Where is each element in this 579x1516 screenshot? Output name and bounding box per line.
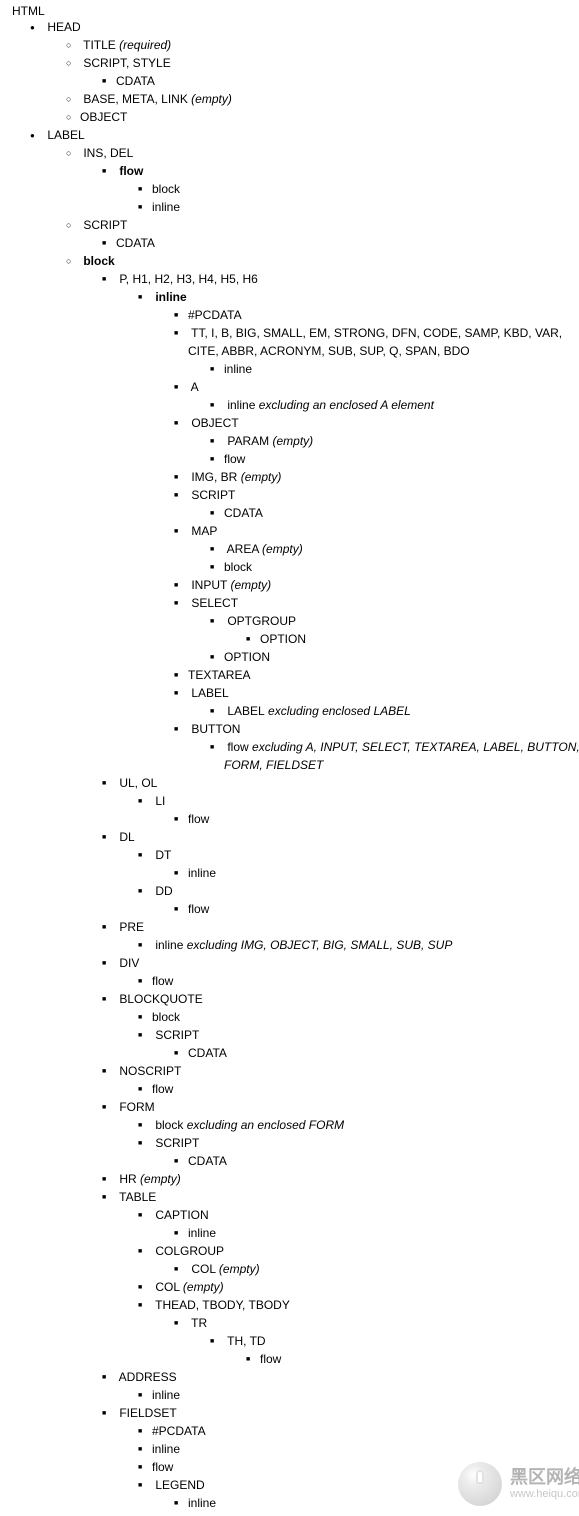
form-block-leaf: block excluding an enclosed FORM	[152, 1116, 579, 1134]
object-node: OBJECT PARAM (empty) flow	[188, 414, 579, 468]
script-leaf: SCRIPT CDATA	[152, 1134, 579, 1170]
textarea-leaf: TEXTAREA	[188, 666, 579, 684]
block-leaf: block	[224, 558, 579, 576]
option-leaf: OPTION	[224, 648, 579, 666]
watermark: 黑区网络 www.heiqu.com	[458, 1462, 579, 1506]
script-node: SCRIPT CDATA	[80, 216, 579, 252]
inline-leaf: inline	[152, 198, 579, 216]
colgroup-node: COLGROUP COL (empty)	[152, 1242, 579, 1278]
inline-leaf: inline	[224, 360, 579, 378]
pcdata-leaf: #PCDATA	[188, 306, 579, 324]
img-br-leaf: IMG, BR (empty)	[188, 468, 579, 486]
dl-node: DL DT inline DD flow	[116, 828, 579, 918]
col-leaf: COL (empty)	[188, 1260, 579, 1278]
inline-leaf: inline	[152, 1440, 579, 1458]
pre-content-leaf: inline excluding IMG, OBJECT, BIG, SMALL…	[152, 936, 579, 954]
a-node: A inline excluding an enclosed A element	[188, 378, 579, 414]
p-h-node: P, H1, H2, H3, H4, H5, H6 inline #PCDATA…	[116, 270, 579, 774]
button-node: BUTTON flow excluding A, INPUT, SELECT, …	[188, 720, 579, 774]
col-leaf: COL (empty)	[152, 1278, 579, 1296]
inline-node: inline #PCDATA TT, I, B, BIG, SMALL, EM,…	[152, 288, 579, 774]
li-node: LI flow	[152, 792, 579, 828]
inline-leaf: inline	[188, 864, 579, 882]
tr-node: TR TH, TD flow	[188, 1314, 579, 1368]
area-leaf: AREA (empty)	[224, 540, 579, 558]
cdata-leaf: CDATA	[188, 1152, 579, 1170]
flow-leaf: flow	[152, 972, 579, 990]
text-elems-leaf: TT, I, B, BIG, SMALL, EM, STRONG, DFN, C…	[188, 324, 579, 378]
object-node: OBJECT	[80, 108, 579, 126]
title-node: TITLE (required)	[80, 36, 579, 54]
flow-leaf: flow	[188, 900, 579, 918]
cdata-leaf: CDATA	[224, 504, 579, 522]
script-inline-node: SCRIPT CDATA	[188, 486, 579, 522]
block-leaf: block	[152, 1008, 579, 1026]
block-node: block P, H1, H2, H3, H4, H5, H6 inline #…	[80, 252, 579, 1512]
flow-leaf: flow	[260, 1350, 579, 1368]
ul-ol-node: UL, OL LI flow	[116, 774, 579, 828]
flow-leaf: flow	[188, 810, 579, 828]
pcdata-leaf: #PCDATA	[152, 1422, 579, 1440]
block-leaf: block	[152, 180, 579, 198]
label-node: LABEL LABEL excluding enclosed LABEL	[188, 684, 579, 720]
cdata-leaf: CDATA	[116, 234, 579, 252]
script-leaf: SCRIPT CDATA	[152, 1026, 579, 1062]
map-node: MAP AREA (empty) block	[188, 522, 579, 576]
ins-del-node: INS, DEL flow block inline	[80, 144, 579, 216]
hr-leaf: HR (empty)	[116, 1170, 579, 1188]
dt-node: DT inline	[152, 846, 579, 882]
noscript-node: NOSCRIPT flow	[116, 1062, 579, 1098]
flow-leaf: flow	[152, 1080, 579, 1098]
script-style-node: SCRIPT, STYLE CDATA	[80, 54, 579, 90]
param-leaf: PARAM (empty)	[224, 432, 579, 450]
caption-node: CAPTION inline	[152, 1206, 579, 1242]
a-content-leaf: inline excluding an enclosed A element	[224, 396, 579, 414]
optgroup-node: OPTGROUP OPTION	[224, 612, 579, 648]
root-label: HTML	[8, 4, 579, 18]
address-node: ADDRESS inline	[116, 1368, 579, 1404]
inline-leaf: inline	[188, 1224, 579, 1242]
base-meta-link-node: BASE, META, LINK (empty)	[80, 90, 579, 108]
inline-leaf: inline	[152, 1386, 579, 1404]
button-content-leaf: flow excluding A, INPUT, SELECT, TEXTARE…	[224, 738, 579, 774]
mushroom-icon	[458, 1462, 502, 1506]
body-node: LABEL INS, DEL flow block inline SCRIPT	[44, 126, 579, 1512]
option-leaf: OPTION	[260, 630, 579, 648]
head-node: HEAD TITLE (required) SCRIPT, STYLE CDAT…	[44, 18, 579, 126]
label-content-leaf: LABEL excluding enclosed LABEL	[224, 702, 579, 720]
div-node: DIV flow	[116, 954, 579, 990]
dd-node: DD flow	[152, 882, 579, 918]
watermark-text: 黑区网络 www.heiqu.com	[510, 1468, 579, 1500]
blockquote-node: BLOCKQUOTE block SCRIPT CDATA	[116, 990, 579, 1062]
flow-leaf: flow	[224, 450, 579, 468]
thead-node: THEAD, TBODY, TBODY TR TH, TD	[152, 1296, 579, 1368]
pre-node: PRE inline excluding IMG, OBJECT, BIG, S…	[116, 918, 579, 954]
input-leaf: INPUT (empty)	[188, 576, 579, 594]
select-node: SELECT OPTGROUP OPTION	[188, 594, 579, 666]
form-node: FORM block excluding an enclosed FORM SC…	[116, 1098, 579, 1170]
th-td-node: TH, TD flow	[224, 1332, 579, 1368]
cdata-leaf: CDATA	[188, 1044, 579, 1062]
flow-node: flow block inline	[116, 162, 579, 216]
cdata-node: CDATA	[116, 72, 579, 90]
table-node: TABLE CAPTION inline COLGROUP	[116, 1188, 579, 1368]
